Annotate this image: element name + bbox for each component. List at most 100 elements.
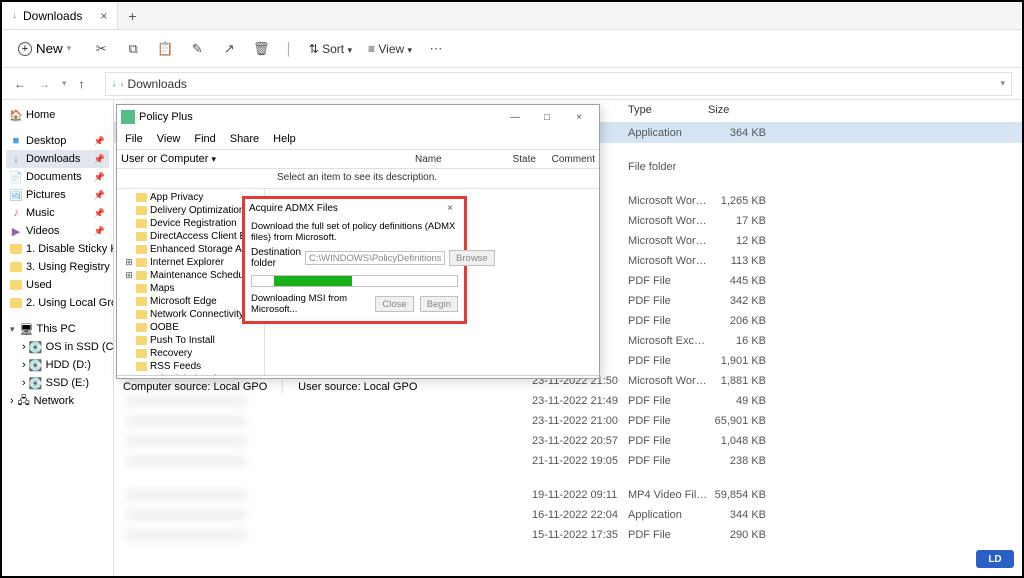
up-icon[interactable]: ↑ <box>77 77 87 91</box>
chevron-right-icon[interactable]: › <box>22 359 26 371</box>
file-name <box>126 416 246 426</box>
view-button[interactable]: ≡ View ▾ <box>368 42 412 56</box>
sidebar-item-videos[interactable]: ▶Videos📌 <box>6 222 109 240</box>
tree-item[interactable]: Recovery <box>119 347 262 360</box>
begin-button[interactable]: Begin <box>420 296 458 312</box>
sidebar-item-folder[interactable]: 1. Disable Sticky Ke <box>6 240 109 258</box>
sidebar-item-drive-d[interactable]: ›💽HDD (D:) <box>6 356 109 374</box>
close-button[interactable]: Close <box>375 296 413 312</box>
maximize-icon[interactable]: □ <box>531 107 563 127</box>
browse-button[interactable]: Browse <box>449 250 495 266</box>
dest-folder-input[interactable] <box>305 251 445 265</box>
sort-button[interactable]: ⇅ Sort ▾ <box>309 42 352 56</box>
admx-titlebar[interactable]: Acquire ADMX Files × <box>245 199 464 217</box>
tree-item[interactable]: App Privacy <box>119 191 262 204</box>
sidebar-item-folder[interactable]: Used <box>6 276 109 294</box>
new-tab-button[interactable]: + <box>118 8 146 24</box>
paste-icon[interactable]: 📋 <box>157 41 173 57</box>
tree-item[interactable]: Device Registration <box>119 217 262 230</box>
sidebar-item-pictures[interactable]: 🖼Pictures📌 <box>6 186 109 204</box>
sidebar-item-documents[interactable]: 📄Documents📌 <box>6 168 109 186</box>
file-size: 113 KB <box>708 255 766 267</box>
col-state[interactable]: State <box>513 154 552 165</box>
file-row[interactable]: 16-11-2022 22:04Application344 KB <box>114 505 1022 525</box>
tree-item[interactable]: Scheduled Maintenance <box>119 373 262 375</box>
file-size: 445 KB <box>708 275 766 287</box>
breadcrumb-root[interactable]: Downloads <box>128 77 187 91</box>
content: Name Date modified Type Size Application… <box>114 100 1022 576</box>
col-comment[interactable]: Comment <box>552 154 595 165</box>
close-icon[interactable]: × <box>563 107 595 127</box>
sidebar-item-thispc[interactable]: ▾🖥This PC <box>6 320 109 338</box>
chevron-down-icon[interactable]: ▾ <box>10 324 15 335</box>
delete-icon[interactable]: 🗑 <box>253 41 269 57</box>
chevron-right-icon[interactable]: › <box>22 341 26 353</box>
policyplus-statusbar: Computer source: Local GPO │ User source… <box>117 375 599 397</box>
file-row[interactable]: 19-11-2022 09:11MP4 Video File (V...59,8… <box>114 485 1022 505</box>
more-icon[interactable]: ⋯ <box>428 41 444 57</box>
col-size[interactable]: Size <box>708 104 758 116</box>
minimize-icon[interactable]: — <box>499 107 531 127</box>
recent-dropdown-icon[interactable]: ▾ <box>60 78 69 89</box>
copy-icon[interactable]: ⧉ <box>125 41 141 57</box>
new-button[interactable]: + New ▾ <box>12 39 77 58</box>
sidebar-item-downloads[interactable]: ↓Downloads📌 <box>6 150 109 168</box>
sidebar-item-folder[interactable]: 3. Using Registry Ed <box>6 258 109 276</box>
tree-item[interactable]: RSS Feeds <box>119 360 262 373</box>
menu-share[interactable]: Share <box>230 133 259 145</box>
sidebar-item-drive-c[interactable]: ›💽OS in SSD (C:) <box>6 338 109 356</box>
menu-view[interactable]: View <box>157 133 181 145</box>
pin-icon: 📌 <box>94 190 105 201</box>
tree-item[interactable]: Maps <box>119 282 262 295</box>
file-type: Microsoft Word D... <box>628 215 708 227</box>
file-row[interactable]: 23-11-2022 21:00PDF File65,901 KB <box>114 411 1022 431</box>
menu-help[interactable]: Help <box>273 133 296 145</box>
file-size: 49 KB <box>708 395 766 407</box>
breadcrumb[interactable]: ↓ › Downloads ▾ <box>105 72 1012 96</box>
policyplus-titlebar[interactable]: Policy Plus — □ × <box>117 105 599 129</box>
rename-icon[interactable]: ✎ <box>189 41 205 57</box>
file-size: 1,048 KB <box>708 435 766 447</box>
close-icon[interactable]: × <box>100 9 107 23</box>
sidebar-item-home[interactable]: 🏠Home <box>6 106 109 124</box>
file-type: PDF File <box>628 275 708 287</box>
sidebar-item-desktop[interactable]: ■Desktop📌 <box>6 132 109 150</box>
chevron-down-icon[interactable]: ▾ <box>1000 78 1005 89</box>
menu-find[interactable]: Find <box>194 133 215 145</box>
expand-icon[interactable]: ⊞ <box>125 257 133 268</box>
tree-item[interactable]: Push To Install <box>119 334 262 347</box>
share-icon[interactable]: ↗ <box>221 41 237 57</box>
file-row[interactable]: 21-11-2022 19:05PDF File238 KB <box>114 451 1022 471</box>
menu-file[interactable]: File <box>125 133 143 145</box>
col-type[interactable]: Type <box>628 104 708 116</box>
tree-item[interactable]: ⊞Maintenance Scheduler <box>119 269 262 282</box>
sidebar-item-network[interactable]: ›🖧Network <box>6 392 109 410</box>
tree-item[interactable]: Network Connectivity S <box>119 308 262 321</box>
cut-icon[interactable]: ✂ <box>93 41 109 57</box>
expand-icon[interactable]: ⊞ <box>125 270 133 281</box>
sidebar-item-folder[interactable]: 2. Using Local Grou <box>6 294 109 312</box>
file-row[interactable]: 23-11-2022 20:57PDF File1,048 KB <box>114 431 1022 451</box>
file-date: 19-11-2022 09:11 <box>532 489 628 501</box>
chevron-right-icon[interactable]: › <box>22 377 26 389</box>
chevron-down-icon: ▾ <box>211 154 216 164</box>
tree-item[interactable]: Microsoft Edge <box>119 295 262 308</box>
back-icon[interactable]: ← <box>12 77 28 91</box>
forward-icon[interactable]: → <box>36 77 52 91</box>
scope-selector[interactable]: User or Computer ▾ <box>121 153 216 165</box>
tree-item[interactable]: DirectAccess Client Exp <box>119 230 262 243</box>
sidebar-item-music[interactable]: ♪Music📌 <box>6 204 109 222</box>
tree-item[interactable]: Delivery Optimization <box>119 204 262 217</box>
folder-icon <box>136 271 147 280</box>
tab-downloads[interactable]: ↓ Downloads × <box>2 2 118 29</box>
tree-item[interactable]: Enhanced Storage Acc <box>119 243 262 256</box>
tree-item[interactable]: ⊞Internet Explorer <box>119 256 262 269</box>
col-name[interactable]: Name <box>415 154 513 165</box>
close-icon[interactable]: × <box>440 203 460 214</box>
tree-item[interactable]: OOBE <box>119 321 262 334</box>
chevron-right-icon[interactable]: › <box>10 395 14 407</box>
sidebar-item-drive-e[interactable]: ›💽SSD (E:) <box>6 374 109 392</box>
user-source: User source: Local GPO <box>298 381 417 393</box>
file-row[interactable]: 15-11-2022 17:35PDF File290 KB <box>114 525 1022 545</box>
tree-item-label: Enhanced Storage Acc <box>150 244 252 255</box>
